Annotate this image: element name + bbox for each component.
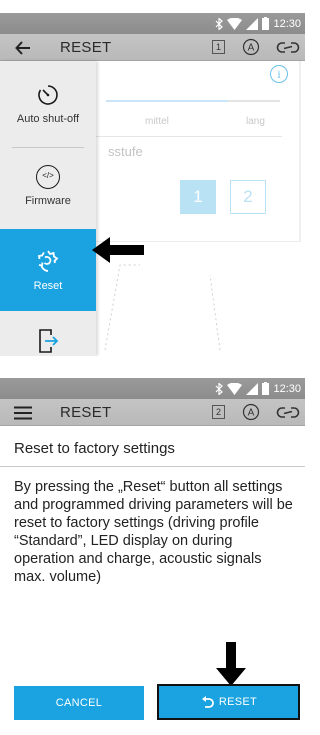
info-icon[interactable]: i bbox=[270, 65, 288, 83]
mode-a-letter: A bbox=[248, 43, 255, 54]
dialog-divider bbox=[0, 466, 305, 467]
bluetooth-icon bbox=[216, 17, 224, 30]
signal-icon bbox=[246, 17, 259, 30]
device-number-badge[interactable]: 1 bbox=[212, 40, 225, 54]
wifi-icon bbox=[227, 382, 243, 395]
screen-reset-dialog: 12:30 RESET 2 A Reset to factory setting… bbox=[0, 378, 305, 720]
battery-icon bbox=[262, 17, 270, 30]
status-bar: 12:30 bbox=[0, 378, 305, 399]
step-button-2[interactable]: 2 bbox=[230, 180, 266, 214]
slider-label-mittel: mittel bbox=[145, 116, 169, 127]
status-time: 12:30 bbox=[273, 382, 301, 395]
dotted-graphic bbox=[104, 264, 221, 351]
battery-icon bbox=[262, 382, 270, 395]
menu-label-firmware: Firmware bbox=[25, 195, 71, 207]
undo-icon bbox=[201, 696, 214, 708]
timer-icon bbox=[38, 85, 58, 105]
left-arrow-pointer bbox=[92, 237, 144, 263]
reset-button-label: RESET bbox=[218, 696, 258, 708]
down-arrow-pointer bbox=[216, 642, 246, 686]
menu-item-auto-shut-off[interactable]: Auto shut-off bbox=[0, 71, 96, 141]
reset-button[interactable]: RESET bbox=[157, 684, 300, 720]
divider bbox=[96, 136, 282, 137]
menu-label-reset: Reset bbox=[33, 280, 63, 292]
reset-gear-icon bbox=[37, 250, 59, 272]
slider-track-filled[interactable] bbox=[106, 100, 228, 102]
mode-a-icon[interactable]: A bbox=[242, 403, 260, 421]
firmware-icon: </> bbox=[36, 165, 60, 189]
page-title: RESET bbox=[60, 404, 112, 421]
link-icon[interactable] bbox=[276, 404, 300, 421]
mode-a-letter: A bbox=[248, 408, 255, 419]
cancel-button[interactable]: CANCEL bbox=[14, 686, 144, 720]
dialog-title: Reset to factory settings bbox=[14, 440, 175, 457]
status-bar: 12:30 bbox=[0, 13, 305, 34]
app-bar: RESET 1 A bbox=[0, 34, 305, 61]
step-button-1[interactable]: 1 bbox=[180, 180, 216, 214]
back-arrow-icon bbox=[15, 40, 30, 55]
page-title: RESET bbox=[60, 39, 112, 56]
slider-track-rest bbox=[228, 100, 280, 102]
dialog-message: By pressing the „Reset“ button all setti… bbox=[14, 479, 293, 585]
menu-item-firmware[interactable]: </> Firmware bbox=[0, 153, 96, 223]
device-number-badge[interactable]: 2 bbox=[212, 405, 225, 419]
section-label-stufe: sstufe bbox=[108, 144, 143, 159]
link-icon[interactable] bbox=[276, 39, 300, 56]
menu-item-reset[interactable]: Reset bbox=[0, 229, 96, 311]
screen-reset-menu: 12:30 RESET 1 A i mittel lang sstufe 1 2 bbox=[0, 13, 305, 356]
hamburger-menu-icon bbox=[14, 406, 32, 419]
side-menu: Auto shut-off </> Firmware Reset bbox=[0, 61, 96, 356]
menu-item-export[interactable] bbox=[0, 319, 96, 356]
menu-divider bbox=[12, 147, 84, 148]
menu-button[interactable] bbox=[0, 399, 46, 426]
signal-icon bbox=[246, 382, 259, 395]
back-button[interactable] bbox=[0, 34, 46, 61]
slider-label-lang: lang bbox=[246, 116, 265, 127]
app-bar: RESET 2 A bbox=[0, 399, 305, 426]
bluetooth-icon bbox=[216, 382, 224, 395]
mode-a-icon[interactable]: A bbox=[242, 38, 260, 56]
wifi-icon bbox=[227, 17, 243, 30]
scroll-edge bbox=[299, 61, 301, 241]
status-time: 12:30 bbox=[273, 17, 301, 30]
export-icon bbox=[39, 329, 59, 353]
menu-label-auto-shut-off: Auto shut-off bbox=[16, 113, 80, 125]
